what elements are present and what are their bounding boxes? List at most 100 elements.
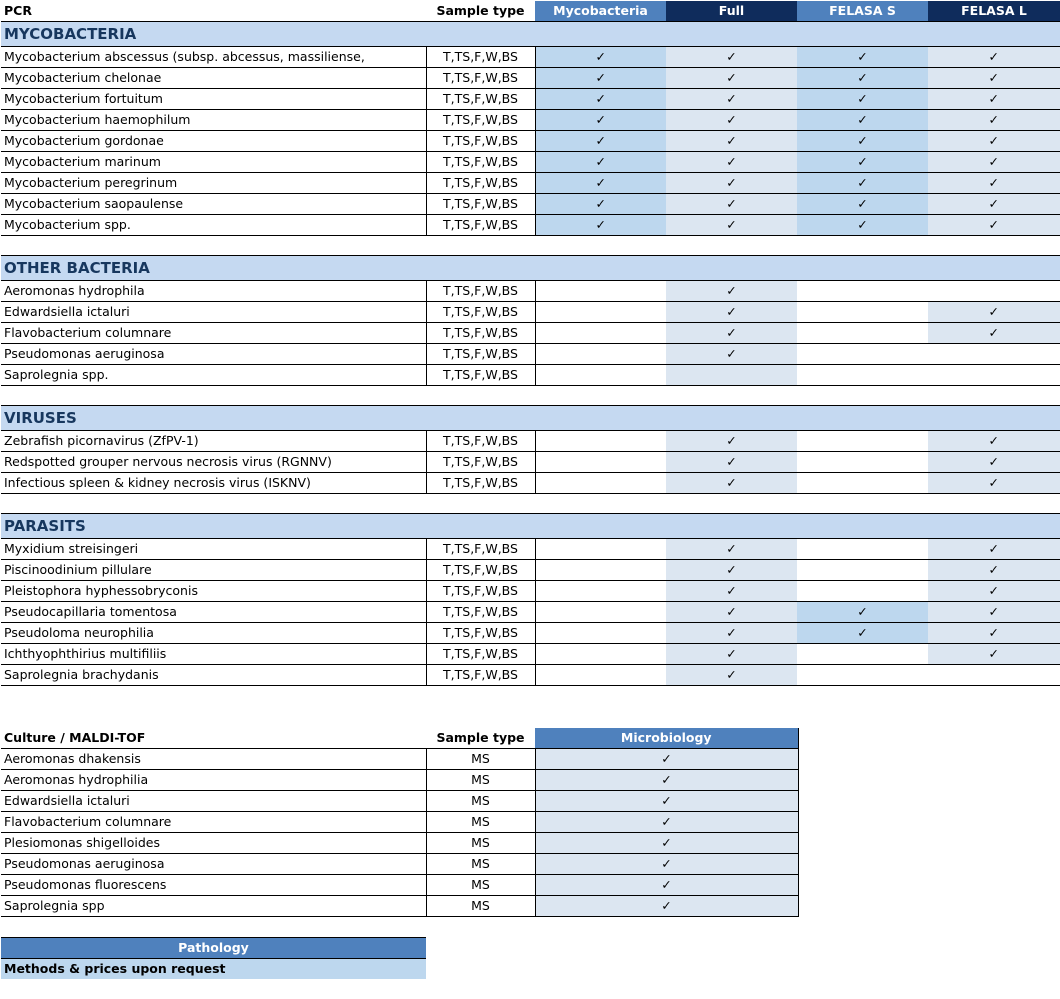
check-cell-felasa-s (797, 343, 928, 365)
spacer-cell (1, 494, 1060, 514)
check-cell-felasa-s (797, 280, 928, 302)
table-row: Mycobacterium fortuitum T,TS,F,W,BS ✓ ✓ ✓ ✓ (1, 88, 1060, 110)
table-row: Zebrafish picornavirus (ZfPV-1) T,TS,F,W,… (1, 430, 1060, 452)
organism-name: Mycobacterium marinum (1, 151, 426, 173)
check-cell-felasa-s: ✓ (797, 193, 928, 215)
check-icon: ✓ (595, 112, 606, 127)
check-cell-full: ✓ (666, 472, 797, 494)
section-header-row: VIRUSES (1, 405, 1060, 431)
table-row: Mycobacterium abscessus (subsp. abcessus… (1, 46, 1060, 68)
check-icon: ✓ (988, 304, 999, 319)
check-cell-felasa-l: ✓ (928, 322, 1060, 344)
check-icon: ✓ (726, 133, 737, 148)
organism-name: Edwardsiella ictaluri (1, 790, 426, 812)
section-spacer (1, 386, 1060, 406)
check-cell-felasa-s (797, 322, 928, 344)
check-cell-mycobacteria: ✓ (535, 67, 666, 89)
check-cell-felasa-s (797, 580, 928, 602)
check-cell-full: ✓ (666, 301, 797, 323)
check-icon: ✓ (857, 154, 868, 169)
sample-type: MS (425, 748, 536, 770)
check-cell-felasa-l (928, 280, 1060, 302)
organism-name: Mycobacterium spp. (1, 214, 426, 236)
sample-type: T,TS,F,W,BS (425, 343, 536, 365)
section-title: OTHER BACTERIA (1, 255, 1060, 281)
check-cell-full: ✓ (666, 67, 797, 89)
check-cell-full: ✓ (666, 193, 797, 215)
check-cell-full: ✓ (666, 151, 797, 173)
organism-name: Edwardsiella ictaluri (1, 301, 426, 323)
check-cell-felasa-l: ✓ (928, 451, 1060, 473)
check-cell-microbiology: ✓ (535, 895, 799, 917)
sample-type: T,TS,F,W,BS (425, 193, 536, 215)
check-icon: ✓ (595, 70, 606, 85)
organism-name: Flavobacterium columnare (1, 322, 426, 344)
check-cell-full: ✓ (666, 451, 797, 473)
organism-name: Myxidium streisingeri (1, 538, 426, 560)
table-row: Aeromonas hydrophila T,TS,F,W,BS ✓ (1, 280, 1060, 302)
organism-name: Aeromonas hydrophilia (1, 769, 426, 791)
check-icon: ✓ (661, 772, 672, 787)
check-icon: ✓ (857, 625, 868, 640)
check-cell-felasa-l: ✓ (928, 67, 1060, 89)
table-row: Edwardsiella ictaluri T,TS,F,W,BS ✓ ✓ (1, 301, 1060, 323)
check-cell-full: ✓ (666, 430, 797, 452)
table-row: Mycobacterium chelonae T,TS,F,W,BS ✓ ✓ ✓ ✓ (1, 67, 1060, 89)
sample-type: T,TS,F,W,BS (425, 472, 536, 494)
check-cell-felasa-l: ✓ (928, 172, 1060, 194)
check-icon: ✓ (661, 877, 672, 892)
check-cell-mycobacteria: ✓ (535, 88, 666, 110)
check-icon: ✓ (988, 541, 999, 556)
check-icon: ✓ (857, 49, 868, 64)
check-cell-microbiology: ✓ (535, 748, 799, 770)
check-cell-mycobacteria: ✓ (535, 46, 666, 68)
check-cell-felasa-s: ✓ (797, 601, 928, 623)
table-row: Mycobacterium gordonae T,TS,F,W,BS ✓ ✓ ✓ ✓ (1, 130, 1060, 152)
table-row: Flavobacterium columnare T,TS,F,W,BS ✓ ✓ (1, 322, 1060, 344)
pcr-title: PCR (1, 1, 426, 22)
check-icon: ✓ (661, 856, 672, 871)
check-cell-felasa-s (797, 301, 928, 323)
check-icon: ✓ (661, 793, 672, 808)
check-cell-mycobacteria (535, 664, 666, 686)
sample-type: MS (425, 895, 536, 917)
table-row: Aeromonas dhakensis MS ✓ (1, 748, 799, 770)
check-cell-mycobacteria: ✓ (535, 172, 666, 194)
check-cell-felasa-s: ✓ (797, 172, 928, 194)
check-icon: ✓ (988, 325, 999, 340)
check-icon: ✓ (726, 604, 737, 619)
check-cell-full (666, 364, 797, 386)
organism-name: Pseudoloma neurophilia (1, 622, 426, 644)
table-row: Pseudomonas fluorescens MS ✓ (1, 874, 799, 896)
check-icon: ✓ (988, 70, 999, 85)
check-icon: ✓ (726, 70, 737, 85)
organism-name: Mycobacterium abscessus (subsp. abcessus… (1, 46, 426, 68)
check-cell-full: ✓ (666, 214, 797, 236)
table-row: Saprolegnia spp. T,TS,F,W,BS (1, 364, 1060, 386)
pathology-header: Pathology (1, 937, 426, 959)
check-icon: ✓ (595, 196, 606, 211)
spacer-cell (1, 236, 1060, 256)
check-cell-felasa-l (928, 664, 1060, 686)
sample-type: T,TS,F,W,BS (425, 151, 536, 173)
table-row: Pseudocapillaria tomentosa T,TS,F,W,BS ✓ ✓ ✓ (1, 601, 1060, 623)
check-cell-felasa-l: ✓ (928, 109, 1060, 131)
check-cell-microbiology: ✓ (535, 832, 799, 854)
check-cell-felasa-l: ✓ (928, 151, 1060, 173)
section-title: MYCOBACTERIA (1, 21, 1060, 47)
section-header-row: MYCOBACTERIA (1, 21, 1060, 47)
check-cell-felasa-s (797, 364, 928, 386)
sample-type: T,TS,F,W,BS (425, 109, 536, 131)
pcr-header-row: PCR Sample type Mycobacteria Full FELASA… (1, 1, 1060, 22)
check-cell-mycobacteria (535, 451, 666, 473)
check-cell-felasa-l: ✓ (928, 46, 1060, 68)
organism-name: Saprolegnia spp. (1, 364, 426, 386)
check-cell-mycobacteria (535, 472, 666, 494)
check-cell-felasa-s (797, 643, 928, 665)
check-icon: ✓ (595, 175, 606, 190)
check-icon: ✓ (988, 433, 999, 448)
check-cell-full: ✓ (666, 622, 797, 644)
sample-type: T,TS,F,W,BS (425, 172, 536, 194)
check-cell-mycobacteria (535, 643, 666, 665)
sample-type: T,TS,F,W,BS (425, 538, 536, 560)
